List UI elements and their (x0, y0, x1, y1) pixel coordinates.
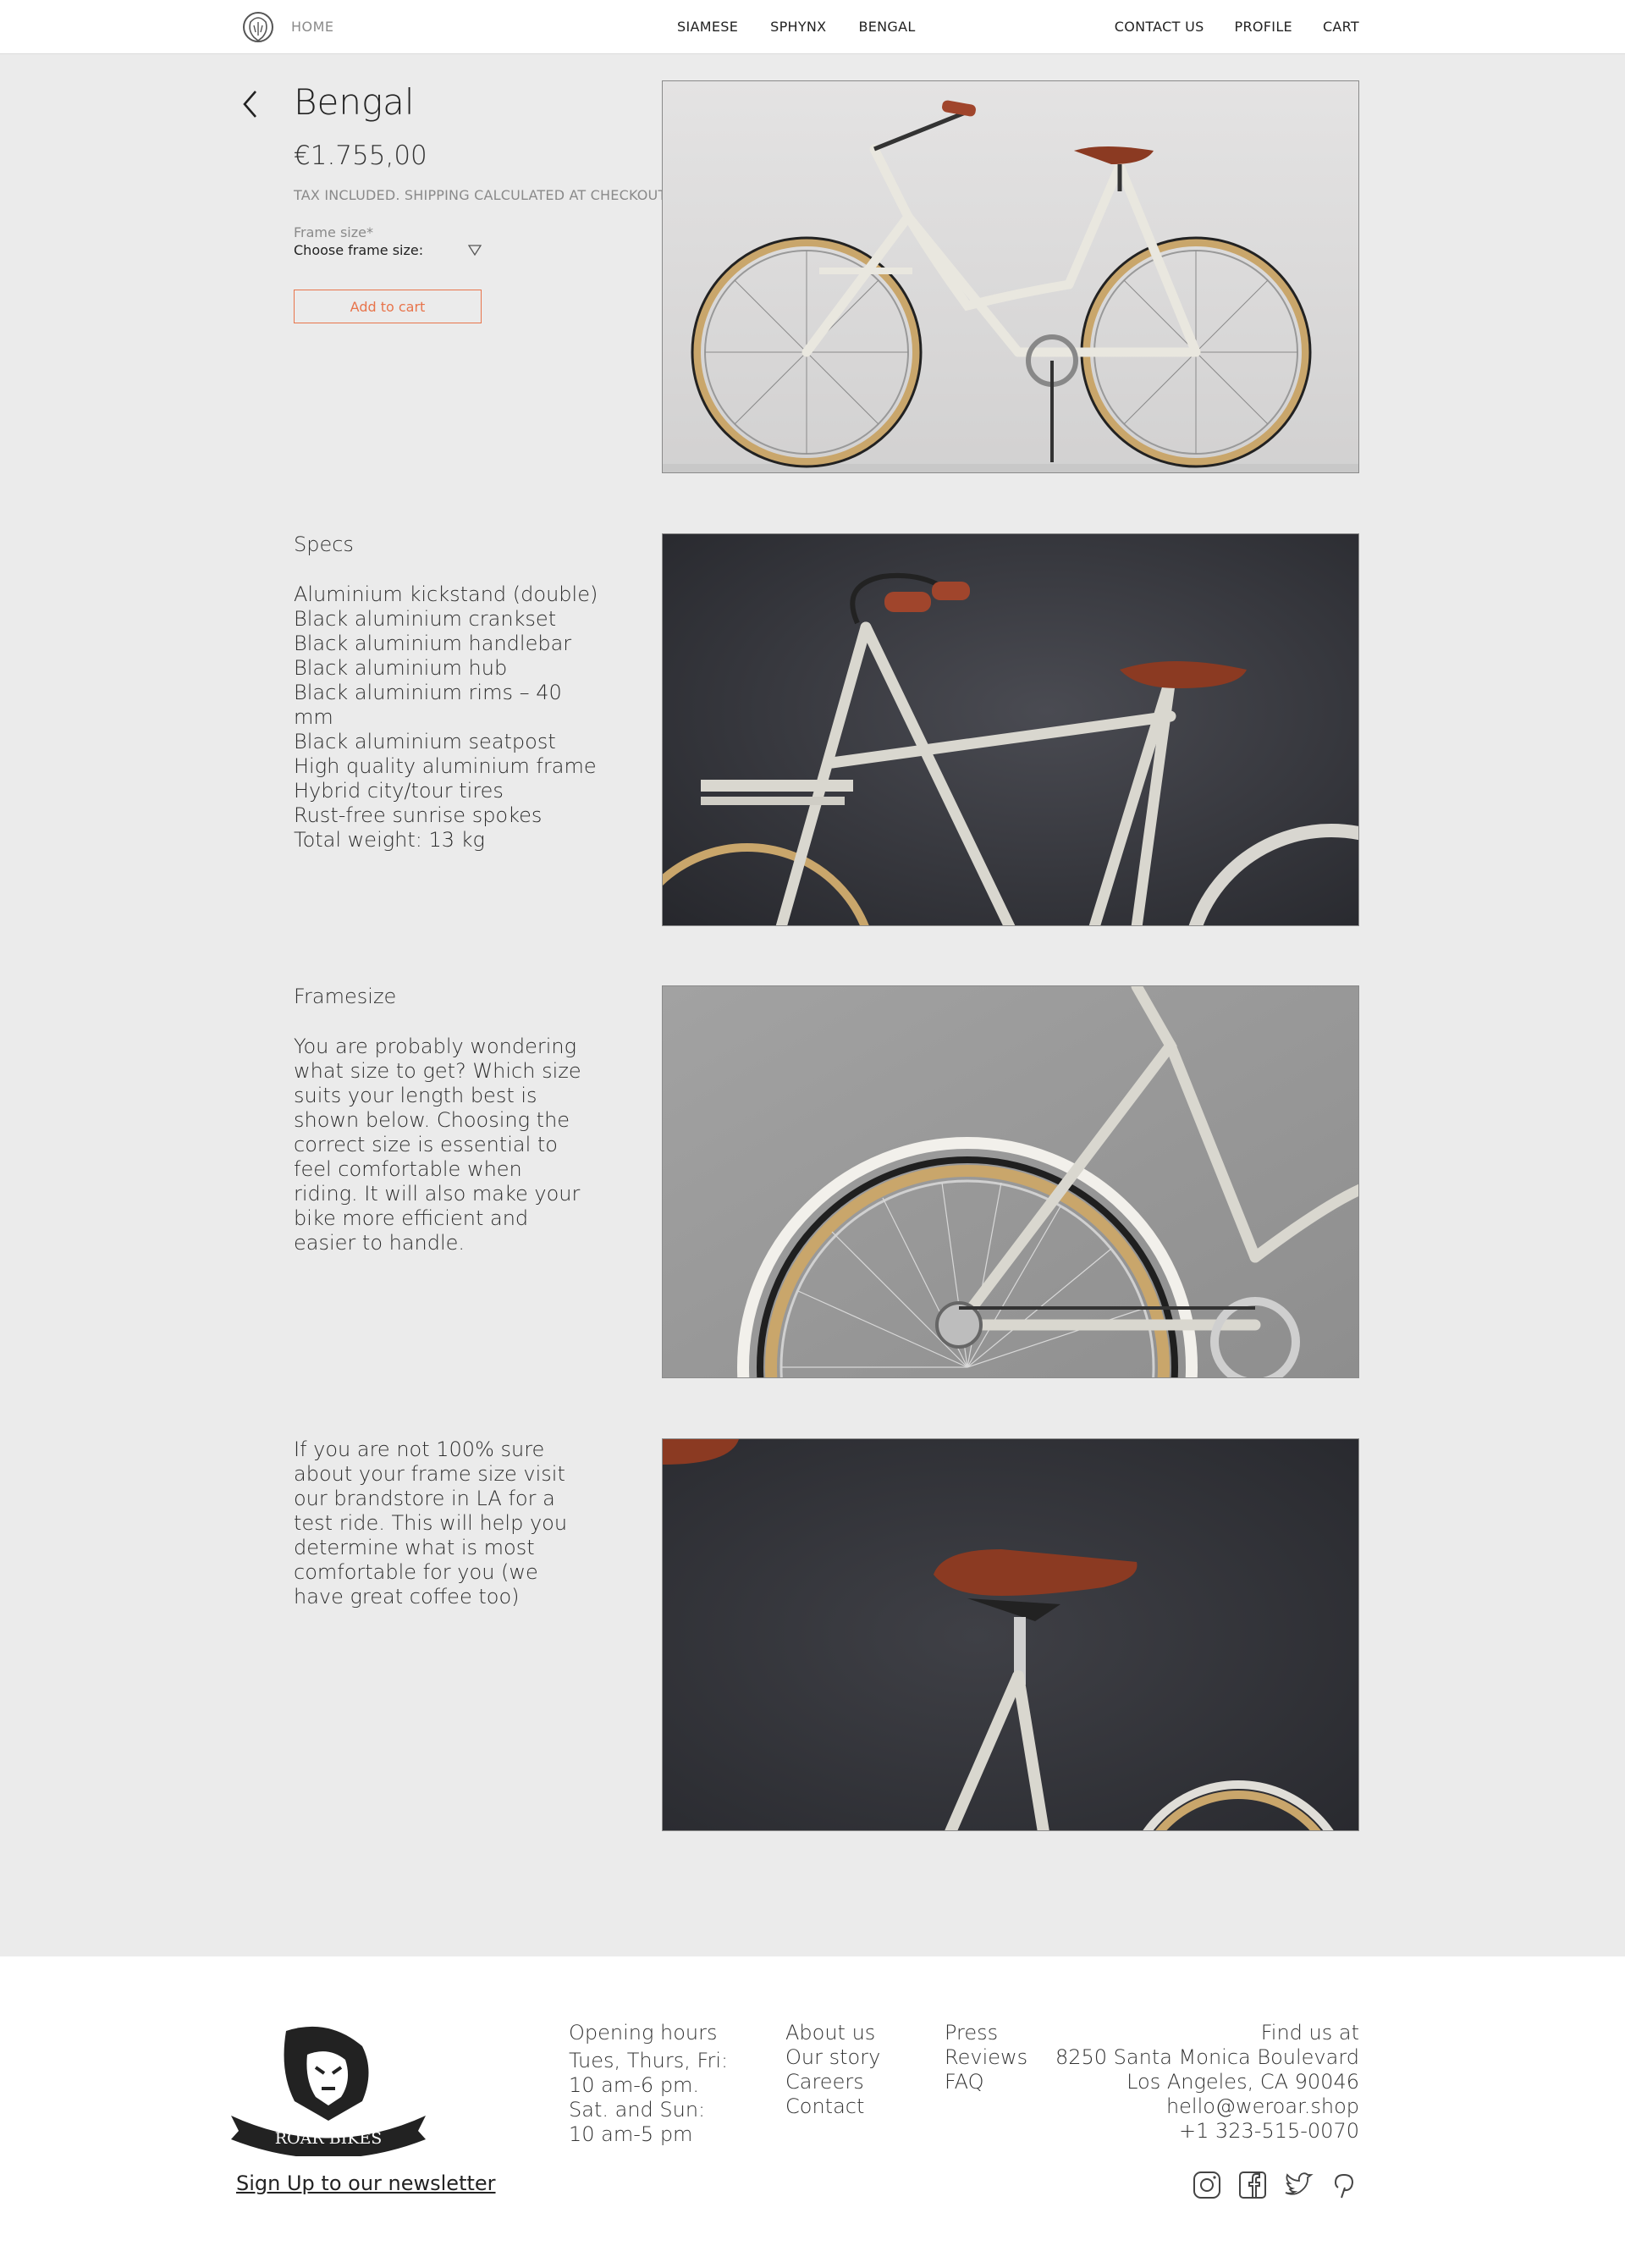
find-us-heading: Find us at (1260, 2021, 1359, 2045)
contact-email[interactable]: hello@weroar.shop (1055, 2094, 1359, 2119)
specs-heading: Specs (294, 533, 354, 556)
roar-bikes-logo-icon[interactable]: ROAR BIKES (227, 2021, 430, 2156)
newsletter-signup-link[interactable]: Sign Up to our newsletter (236, 2171, 496, 2195)
hours-line: 10 am-6 pm. (569, 2073, 700, 2097)
spec-item: Rust-free sunrise spokes (294, 803, 543, 827)
footer-info-links: Press Reviews FAQ (945, 2021, 1027, 2094)
opening-hours-heading: Opening hours (569, 2021, 718, 2045)
opening-hours: Opening hours Tues, Thurs, Fri: 10 am-6 … (569, 2021, 728, 2147)
footer-link-about-us[interactable]: About us (785, 2021, 880, 2045)
top-nav: HOME SIAMESE SPHYNX BENGAL CONTACT US PR… (0, 0, 1625, 54)
product-title: Bengal (294, 81, 415, 123)
footer-company-links: About us Our story Careers Contact (785, 2021, 880, 2119)
spec-item: Hybrid city/tour tires (294, 779, 504, 803)
nav-product-links: SIAMESE SPHYNX BENGAL (677, 19, 916, 35)
spec-item: Black aluminium hub (294, 656, 508, 680)
nav-link-contact[interactable]: CONTACT US (1115, 19, 1204, 35)
footer-link-faq[interactable]: FAQ (945, 2070, 1027, 2094)
instagram-icon[interactable] (1192, 2170, 1222, 2200)
social-links (1192, 2170, 1359, 2200)
framesize-text: You are probably wondering what size to … (294, 1035, 581, 1255)
footer-link-contact[interactable]: Contact (785, 2094, 880, 2119)
product-photo-handlebar-detail (662, 533, 1359, 926)
spec-item: Black aluminium crankset (294, 607, 557, 631)
contact-phone[interactable]: +1 323-515-0070 (1055, 2119, 1359, 2144)
nav-link-profile[interactable]: PROFILE (1235, 19, 1292, 35)
product-price: €1.755,00 (294, 141, 427, 171)
add-to-cart-button[interactable]: Add to cart (294, 290, 482, 323)
spec-item: Total weight: 13 kg (294, 828, 485, 852)
hours-line: 10 am-5 pm (569, 2122, 693, 2146)
pinterest-icon[interactable] (1329, 2170, 1359, 2200)
address-city: Los Angeles, CA 90046 (1126, 2070, 1359, 2094)
footer-link-our-story[interactable]: Our story (785, 2045, 880, 2070)
twitter-icon[interactable] (1283, 2170, 1314, 2200)
nav-account-links: CONTACT US PROFILE CART (1115, 19, 1359, 35)
footer-address: Find us at 8250 Santa Monica Boulevard L… (1055, 2021, 1359, 2144)
specs-list: Aluminium kickstand (double) Black alumi… (294, 582, 607, 853)
spec-item: Aluminium kickstand (double) (294, 582, 598, 606)
footer-link-careers[interactable]: Careers (785, 2070, 880, 2094)
footer-link-reviews[interactable]: Reviews (945, 2045, 1027, 2070)
frame-size-select-value: Choose frame size: (294, 242, 424, 258)
lion-logo-icon[interactable] (242, 10, 274, 44)
nav-link-cart[interactable]: CART (1323, 19, 1359, 35)
framesize-heading: Framesize (294, 985, 397, 1008)
spec-item: Black aluminium rims – 40 mm (294, 681, 562, 729)
hours-line: Sat. and Sun: (569, 2098, 706, 2122)
product-photo-full-bike (662, 80, 1359, 473)
nav-link-siamese[interactable]: SIAMESE (677, 19, 738, 35)
store-note-text: If you are not 100% sure about your fram… (294, 1438, 568, 1609)
spec-item: Black aluminium seatpost (294, 730, 556, 753)
nav-link-bengal[interactable]: BENGAL (858, 19, 915, 35)
back-arrow-icon[interactable] (240, 88, 261, 120)
logo-text: ROAR BIKES (275, 2129, 383, 2148)
facebook-icon[interactable] (1237, 2170, 1268, 2200)
site-footer: ROAR BIKES Sign Up to our newsletter Ope… (0, 1956, 1625, 2268)
spec-item: High quality aluminium frame (294, 754, 597, 778)
nav-home-link[interactable]: HOME (291, 19, 334, 35)
footer-link-press[interactable]: Press (945, 2021, 1027, 2045)
nav-link-sphynx[interactable]: SPHYNX (770, 19, 826, 35)
address-street: 8250 Santa Monica Boulevard (1055, 2045, 1359, 2069)
frame-size-select[interactable]: Choose frame size: (294, 242, 482, 262)
frame-size-label: Frame size* (294, 224, 373, 240)
product-photo-rear-wheel (662, 985, 1359, 1378)
hours-line: Tues, Thurs, Fri: (569, 2049, 729, 2072)
product-photo-saddle (662, 1438, 1359, 1831)
chevron-down-icon (468, 245, 482, 256)
spec-item: Black aluminium handlebar (294, 632, 572, 655)
tax-note: TAX INCLUDED. SHIPPING CALCULATED AT CHE… (294, 187, 669, 203)
